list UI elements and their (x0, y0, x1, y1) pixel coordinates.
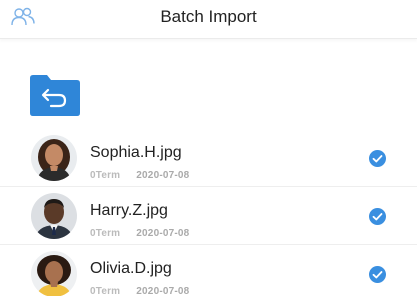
file-list: Sophia.H.jpg 0Term 2020-07-08 Harry.Z.jp… (0, 132, 417, 296)
file-name: Harry.Z.jpg (90, 202, 168, 219)
file-term: 0Term (90, 228, 121, 239)
check-icon[interactable] (369, 208, 386, 225)
file-name: Olivia.D.jpg (90, 260, 172, 277)
file-date: 2020-07-08 (136, 170, 190, 181)
check-icon[interactable] (369, 266, 386, 283)
folder-back-icon (30, 75, 80, 116)
file-term: 0Term (90, 286, 121, 296)
avatar (31, 135, 77, 181)
file-date: 2020-07-08 (136, 286, 190, 296)
avatar (31, 251, 77, 296)
header-bar: Batch Import (0, 0, 417, 39)
file-meta: 0Term 2020-07-08 (90, 286, 189, 296)
file-term: 0Term (90, 170, 121, 181)
list-item[interactable]: Harry.Z.jpg 0Term 2020-07-08 (0, 190, 417, 245)
avatar (31, 193, 77, 239)
folder-back-button[interactable] (28, 73, 82, 117)
page-title: Batch Import (160, 7, 257, 26)
file-meta: 0Term 2020-07-08 (90, 228, 189, 239)
file-name: Sophia.H.jpg (90, 144, 182, 161)
file-meta: 0Term 2020-07-08 (90, 170, 189, 181)
check-icon[interactable] (369, 150, 386, 167)
file-date: 2020-07-08 (136, 228, 190, 239)
list-item[interactable]: Sophia.H.jpg 0Term 2020-07-08 (0, 132, 417, 187)
list-item[interactable]: Olivia.D.jpg 0Term 2020-07-08 (0, 248, 417, 296)
batch-import-screen: Batch Import Sophia.H.jpg 0Term 2020-07-0… (0, 0, 417, 296)
